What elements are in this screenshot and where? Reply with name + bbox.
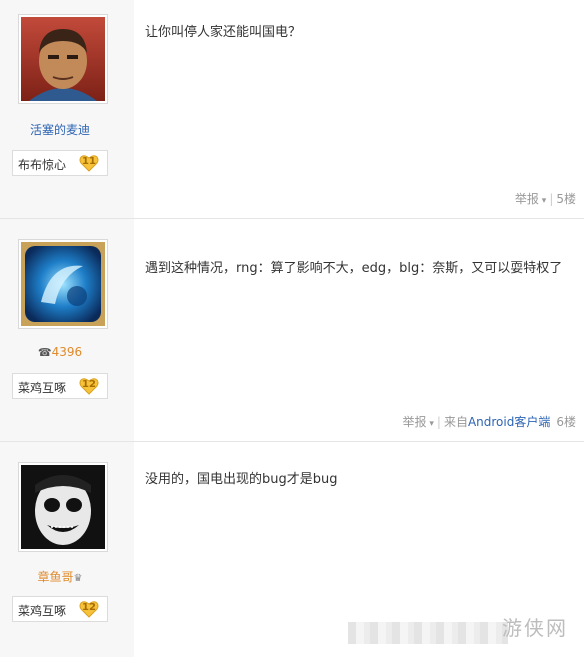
avatar[interactable] [18,239,108,329]
member-badge[interactable]: 菜鸡互啄 12 [12,596,108,622]
floor-number: 5楼 [556,192,576,206]
crown-icon: ♛ [73,573,83,584]
badge-name: 菜鸡互啄 [18,381,67,395]
badge-name: 菜鸡互啄 [18,604,67,618]
member-badge[interactable]: 布布惊心 11 [12,150,108,176]
badge-level: 12 [82,602,96,613]
level-heart-icon: 12 [79,600,99,618]
post-content: 没用的，国电出现的bug才是bug [145,472,338,487]
badge-name: 布布惊心 [18,158,67,172]
avatar-image [21,17,105,101]
post-tail: 举报 ▾ | 来自Android客户端 6楼 [402,413,576,430]
separator: | [436,415,441,429]
post-floor-5: 活塞的麦迪 布布惊心 11 让你叫停人家还能叫国电？ 举报 ▾ | 5楼 [0,0,584,218]
username[interactable]: 4396 [52,345,83,359]
report-link[interactable]: 举报 [402,415,426,429]
member-badge[interactable]: 菜鸡互啄 12 [12,373,108,399]
level-heart-icon: 12 [79,377,99,395]
avatar[interactable] [18,14,108,104]
username-row: ☎4396 [0,345,120,359]
separator: | [549,192,554,206]
report-link[interactable]: 举报 [515,192,539,206]
post-content: 遇到这种情况，rng：算了影响不大，edg，blg：奈斯，又可以耍特权了 [145,261,563,276]
source-prefix: 来自 [443,415,468,429]
avatar[interactable] [18,462,108,552]
chevron-down-icon[interactable]: ▾ [427,419,434,429]
chevron-down-icon[interactable]: ▾ [539,196,547,206]
blurred-text [348,622,508,644]
post-tail: 举报 ▾ | 5楼 [515,190,576,207]
android-client-link[interactable]: Android客户端 [468,415,550,429]
floor-number: 6楼 [556,415,576,429]
badge-level: 12 [82,379,96,390]
phone-icon: ☎ [37,346,52,359]
avatar-image [21,242,105,326]
badge-level: 11 [82,156,96,167]
post-content: 让你叫停人家还能叫国电？ [145,25,302,40]
level-heart-icon: 11 [79,154,99,172]
watermark: 游侠网 [502,616,568,640]
username[interactable]: 章鱼哥 [38,570,74,584]
avatar-image [21,465,105,549]
username-row: 章鱼哥♛ [0,568,120,585]
post-floor-6: ☎4396 菜鸡互啄 12 遇到这种情况，rng：算了影响不大，edg，blg：… [0,219,584,441]
username[interactable]: 活塞的麦迪 [0,121,120,138]
